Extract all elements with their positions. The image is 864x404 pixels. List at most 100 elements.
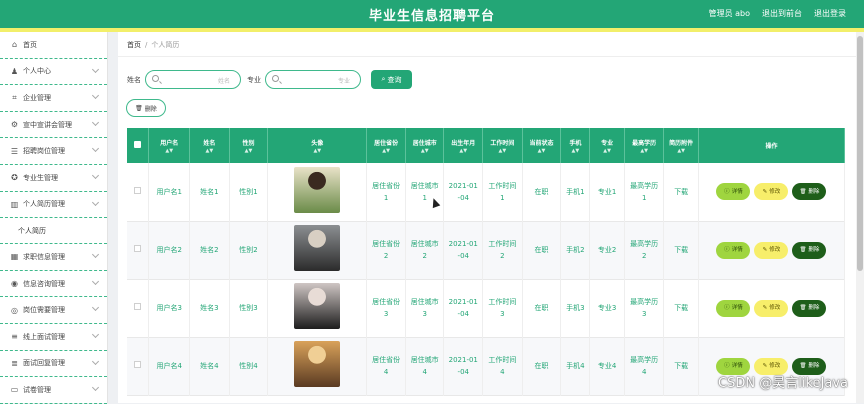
- row-checkbox-cell[interactable]: [127, 337, 149, 395]
- chevron-down-icon: [92, 145, 99, 152]
- actions-cell: ⓘ详情✎修改🗑删除: [698, 221, 844, 279]
- column-header[interactable]: 姓名▲▼: [190, 128, 230, 163]
- sort-icon[interactable]: ▲▼: [406, 148, 444, 154]
- avatar-photo[interactable]: [294, 341, 340, 387]
- column-header[interactable]: 简历附件▲▼: [664, 128, 698, 163]
- page-scrollbar[interactable]: [856, 32, 864, 403]
- crop-icon: ⌗: [10, 93, 19, 102]
- column-header[interactable]: 头像▲▼: [268, 128, 367, 163]
- row-checkbox[interactable]: [134, 361, 141, 368]
- row-checkbox-cell[interactable]: [127, 163, 149, 221]
- row-checkbox[interactable]: [134, 245, 141, 252]
- sidebar-item[interactable]: ◉信息咨询管理: [0, 271, 107, 298]
- cell-birth: 2021-01 -04: [444, 163, 483, 221]
- cell-username: 用户名3: [149, 279, 190, 337]
- detail-button-label: 详情: [732, 186, 743, 198]
- cell-gender: 性别3: [229, 279, 268, 337]
- detail-button[interactable]: ⓘ详情: [716, 183, 750, 200]
- avatar-photo[interactable]: [294, 167, 340, 213]
- sort-icon[interactable]: ▲▼: [590, 148, 623, 154]
- download-link[interactable]: 下载: [664, 163, 698, 221]
- column-header[interactable]: 居住城市▲▼: [405, 128, 444, 163]
- column-header[interactable]: 居住省份▲▼: [367, 128, 406, 163]
- column-header[interactable]: 当前状态▲▼: [522, 128, 561, 163]
- row-checkbox[interactable]: [134, 303, 141, 310]
- major-search-input[interactable]: 专业: [265, 70, 361, 89]
- chevron-down-icon: [92, 251, 99, 258]
- sidebar-item[interactable]: ▦求职信息管理: [0, 244, 107, 271]
- column-header-label: 出生年月: [451, 140, 475, 147]
- detail-button[interactable]: ⓘ详情: [716, 300, 750, 317]
- sidebar-item[interactable]: ⚙宣中宣讲会管理: [0, 112, 107, 139]
- sidebar-subitem-resume[interactable]: 个人简历: [0, 218, 107, 244]
- cell-gender: 性别4: [229, 337, 268, 395]
- sort-icon[interactable]: ▲▼: [625, 148, 664, 154]
- avatar-photo[interactable]: [294, 283, 340, 329]
- avatar-photo[interactable]: [294, 225, 340, 271]
- delete-button[interactable]: 🗑删除: [792, 300, 826, 317]
- scrollbar-thumb[interactable]: [857, 36, 863, 271]
- edit-button[interactable]: ✎修改: [754, 300, 788, 317]
- column-header[interactable]: 出生年月▲▼: [444, 128, 483, 163]
- detail-button[interactable]: ⓘ详情: [716, 242, 750, 259]
- sidebar-item[interactable]: ✪专业生管理: [0, 165, 107, 192]
- sort-icon[interactable]: ▲▼: [483, 148, 522, 154]
- sort-icon[interactable]: ▲▼: [561, 148, 589, 154]
- sort-icon[interactable]: ▲▼: [190, 148, 229, 154]
- sidebar-item[interactable]: ≣面试回复管理: [0, 351, 107, 378]
- sidebar-item[interactable]: ◎岗位需要管理: [0, 297, 107, 324]
- chevron-down-icon: [92, 357, 99, 364]
- sidebar-item[interactable]: ⌗ 企业管理: [0, 85, 107, 112]
- sort-icon[interactable]: ▲▼: [268, 148, 366, 154]
- sidebar-item-label: 首页: [23, 40, 37, 50]
- column-header[interactable]: 手机▲▼: [561, 128, 590, 163]
- delete-button[interactable]: 🗑删除: [792, 242, 826, 259]
- download-link[interactable]: 下载: [664, 279, 698, 337]
- pin-icon: ◉: [10, 279, 19, 288]
- column-header[interactable]: 用户名▲▼: [149, 128, 190, 163]
- back-to-front-link[interactable]: 退出到前台: [762, 8, 802, 19]
- row-checkbox-cell[interactable]: [127, 279, 149, 337]
- sidebar-item[interactable]: ≡线上面试管理: [0, 324, 107, 351]
- column-header[interactable]: 性别▲▼: [229, 128, 268, 163]
- cell-birth: 2021-01 -04: [444, 279, 483, 337]
- download-link[interactable]: 下载: [664, 337, 698, 395]
- column-header[interactable]: 最高学历▲▼: [624, 128, 664, 163]
- download-link[interactable]: 下载: [664, 221, 698, 279]
- sort-icon[interactable]: ▲▼: [230, 148, 268, 154]
- sidebar-item-label: 企业管理: [23, 93, 51, 103]
- column-header[interactable]: 工作时间▲▼: [483, 128, 523, 163]
- sidebar-item[interactable]: ▭试卷管理: [0, 377, 107, 404]
- avatar-cell: [268, 279, 367, 337]
- sidebar-item[interactable]: ▥个人简历管理: [0, 192, 107, 219]
- trash-icon: 🗑: [799, 186, 806, 198]
- sidebar-item[interactable]: ☰招聘岗位管理: [0, 138, 107, 165]
- sort-icon[interactable]: ▲▼: [367, 148, 405, 154]
- cell-gender: 性别1: [229, 163, 268, 221]
- sidebar-item[interactable]: ⌂首页: [0, 32, 107, 59]
- column-header[interactable]: 专业▲▼: [590, 128, 624, 163]
- cell-province: 居住省份 3: [367, 279, 406, 337]
- edit-button[interactable]: ✎修改: [754, 183, 788, 200]
- name-search-input[interactable]: 姓名: [145, 70, 241, 89]
- row-checkbox-cell[interactable]: [127, 221, 149, 279]
- chevron-down-icon: [92, 66, 99, 73]
- sidebar-item[interactable]: ♟个人中心: [0, 59, 107, 86]
- sort-icon[interactable]: ▲▼: [523, 148, 561, 154]
- batch-delete-button[interactable]: 🗑 删除: [126, 99, 166, 117]
- logout-link[interactable]: 退出登录: [814, 8, 846, 19]
- breadcrumb-home[interactable]: 首页: [127, 41, 141, 49]
- search-button[interactable]: ⌕ 查询: [371, 70, 412, 89]
- sort-icon[interactable]: ▲▼: [149, 148, 189, 154]
- cell-birth: 2021-01 -04: [444, 337, 483, 395]
- cell-name: 姓名3: [190, 279, 230, 337]
- edit-button[interactable]: ✎修改: [754, 242, 788, 259]
- cell-username: 用户名1: [149, 163, 190, 221]
- resume-table: 用户名▲▼姓名▲▼性别▲▼头像▲▼居住省份▲▼居住城市▲▼出生年月▲▼工作时间▲…: [127, 128, 845, 396]
- sort-icon[interactable]: ▲▼: [444, 148, 482, 154]
- row-checkbox[interactable]: [134, 187, 141, 194]
- sort-icon[interactable]: ▲▼: [664, 148, 697, 154]
- select-all-checkbox[interactable]: [127, 128, 149, 163]
- menu-icon: ≡: [10, 332, 19, 341]
- delete-button[interactable]: 🗑删除: [792, 183, 826, 200]
